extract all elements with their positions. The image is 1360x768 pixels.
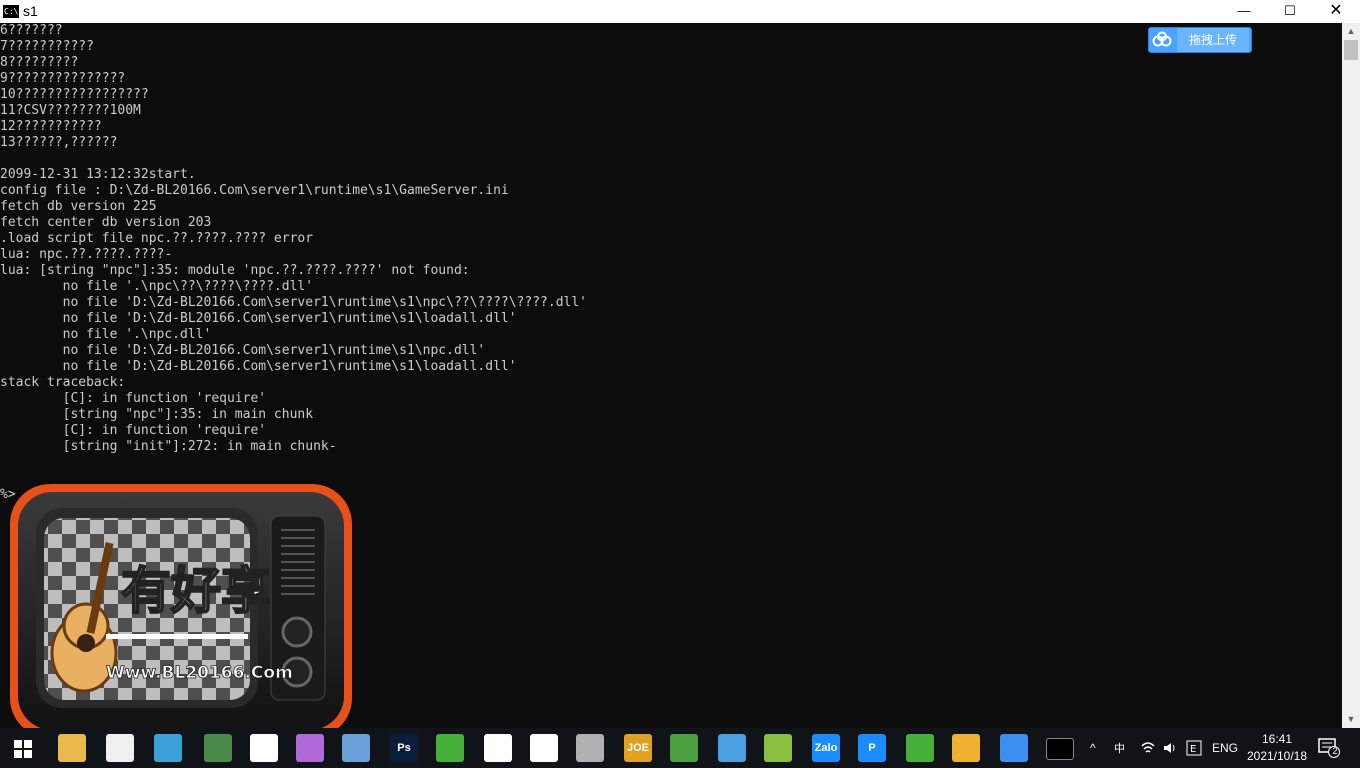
svg-text:E: E — [1190, 744, 1196, 755]
close-button[interactable]: ✕ — [1313, 0, 1359, 23]
taskbar-joe-icon[interactable]: JOE — [624, 734, 652, 762]
scroll-up-arrow-icon[interactable]: ▲ — [1342, 23, 1360, 40]
taskbar-sketch-icon[interactable] — [952, 734, 980, 762]
taskbar-database-icon[interactable] — [576, 734, 604, 762]
drag-upload-button[interactable]: 拖拽上传 — [1148, 27, 1252, 53]
taskbar-zalo-icon[interactable]: Zalo — [812, 734, 840, 762]
taskbar-circle-icon[interactable] — [154, 734, 182, 762]
notification-count-badge: 2 — [1332, 746, 1338, 756]
taskbar-folder-icon[interactable] — [58, 734, 86, 762]
language-indicator[interactable]: ENG — [1212, 728, 1238, 768]
taskbar: Ps JOE Zalo P ^ 中 E ENG 16:41 2021/10/18 2 — [0, 728, 1360, 768]
taskbar-tool-icon[interactable] — [342, 734, 370, 762]
console-line: 6??????? — [0, 23, 63, 38]
console-line: stack traceback: — [0, 375, 126, 390]
console-line: fetch center db version 203 — [0, 215, 212, 230]
console-line: 13??????,?????? — [0, 135, 118, 150]
console-line: 8????????? — [0, 55, 79, 70]
console-line: no file '.\npc\??\????\????.dll' — [0, 279, 314, 294]
console-line: 11?CSV????????100M — [0, 103, 141, 118]
console-line: fetch db version 225 — [0, 199, 157, 214]
watermark-brand-text: 有好享 — [121, 562, 271, 620]
console-line: [string "init"]:272: in main chunk- — [0, 439, 337, 454]
console-text: 6??????? 7??????????? 8????????? 9?????????… — [0, 23, 1342, 503]
tv-knob-icon — [281, 616, 313, 648]
console-line: 12??????????? — [0, 119, 102, 134]
title-bar: C:\ s1 — ☐ ✕ — [0, 0, 1360, 23]
ime-e-icon[interactable]: E — [1186, 740, 1202, 756]
window-title: s1 — [23, 3, 38, 19]
windows-start-icon[interactable] — [14, 740, 32, 758]
console-line: config file : D:\Zd-BL20166.Com\server1\… — [0, 183, 509, 198]
console-line: 9??????????????? — [0, 71, 126, 86]
taskbar-p-icon[interactable]: P — [858, 734, 886, 762]
console-line: no file 'D:\Zd-BL20166.Com\server1\runti… — [0, 295, 587, 310]
console-line: [C]: in function 'require' — [0, 391, 267, 406]
taskbar-network-icon[interactable] — [204, 734, 232, 762]
retro-tv-watermark-logo: 有好享 Www.BL20166.Com — [10, 484, 352, 738]
console-line: no file 'D:\Zd-BL20166.Com\server1\runti… — [0, 311, 517, 326]
clock[interactable]: 16:41 2021/10/18 — [1240, 731, 1314, 765]
baidu-cloud-icon — [1152, 31, 1172, 47]
maximize-button[interactable]: ☐ — [1267, 0, 1313, 23]
svg-text:中: 中 — [1114, 742, 1125, 755]
volume-icon[interactable] — [1162, 740, 1178, 756]
console-line: no file 'D:\Zd-BL20166.Com\server1\runti… — [0, 359, 517, 374]
taskbar-layers-icon[interactable] — [906, 734, 934, 762]
console-line: no file '.\npc.dll' — [0, 327, 212, 342]
console-line: no file 'D:\Zd-BL20166.Com\server1\runti… — [0, 343, 486, 358]
taskbar-layers-icon[interactable] — [436, 734, 464, 762]
console-line: 7??????????? — [0, 39, 94, 54]
console-line: lua: [string "npc"]:35: module 'npc.??.?… — [0, 263, 470, 278]
scrollbar-thumb[interactable] — [1344, 40, 1358, 60]
taskbar-unity-icon[interactable] — [530, 734, 558, 762]
taskbar-notepad-icon[interactable] — [106, 734, 134, 762]
console-line: [string "npc"]:35: in main chunk — [0, 407, 314, 422]
tray-chevron-icon[interactable]: ^ — [1090, 728, 1096, 768]
console-line: 2099-12-31 13:12:32start. — [0, 167, 196, 182]
scroll-down-arrow-icon[interactable]: ▼ — [1342, 711, 1360, 728]
taskbar-game-icon[interactable] — [296, 734, 324, 762]
taskbar-window-icon[interactable] — [250, 734, 278, 762]
watermark-url-text: Www.BL20166.Com — [106, 663, 293, 683]
clock-time: 16:41 — [1261, 732, 1293, 746]
drag-upload-label: 拖拽上传 — [1177, 28, 1249, 52]
taskbar-monitor-icon[interactable] — [718, 734, 746, 762]
taskbar-unity-icon[interactable] — [484, 734, 512, 762]
taskbar-ps-icon[interactable]: Ps — [390, 734, 418, 762]
console-line: .load script file npc.??.????.???? error — [0, 231, 314, 246]
minimize-button[interactable]: — — [1221, 0, 1267, 23]
vertical-scrollbar[interactable]: ▲ ▼ — [1342, 23, 1360, 728]
wifi-icon[interactable] — [1140, 740, 1156, 756]
taskbar-cmd-icon[interactable] — [1046, 738, 1074, 760]
console-line: 10????????????????? — [0, 87, 149, 102]
console-line: lua: npc.??.????.????- — [0, 247, 173, 262]
clock-date: 2021/10/18 — [1246, 749, 1308, 763]
console-app-icon[interactable]: C:\ — [3, 5, 19, 18]
taskbar-baidu-cloud-icon[interactable] — [1000, 734, 1028, 762]
taskbar-editor-icon[interactable] — [764, 734, 792, 762]
input-method-icon[interactable]: 中 — [1114, 740, 1130, 756]
taskbar-green-circle-icon[interactable] — [670, 734, 698, 762]
console-line: [C]: in function 'require' — [0, 423, 267, 438]
